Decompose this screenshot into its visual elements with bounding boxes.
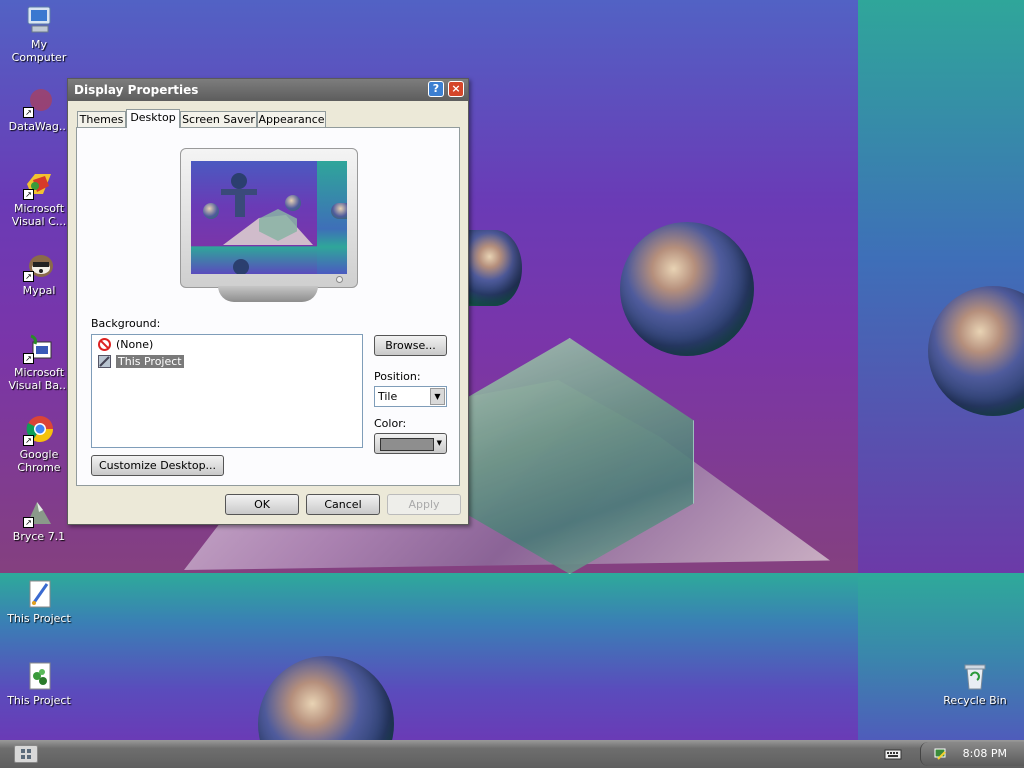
position-label: Position: — [374, 370, 421, 383]
position-select-value: Tile — [378, 390, 398, 403]
datawag-icon: ↗ — [23, 86, 55, 118]
close-icon: × — [451, 82, 461, 95]
shortcut-arrow-icon: ↗ — [23, 517, 34, 528]
wallpaper-sphere — [620, 222, 754, 356]
taskbar-clock[interactable]: 8:08 PM — [963, 742, 1007, 766]
customize-desktop-button[interactable]: Customize Desktop... — [91, 455, 224, 476]
paint-file-icon — [23, 578, 55, 610]
background-label: Background: — [91, 317, 161, 330]
desktop-icon-label: This Project — [7, 612, 71, 625]
shortcut-arrow-icon: ↗ — [23, 353, 34, 364]
ok-button[interactable]: OK — [225, 494, 299, 515]
dialog-title: Display Properties — [74, 83, 199, 97]
color-swatch — [380, 438, 434, 451]
background-item-label: (None) — [116, 338, 154, 351]
shortcut-arrow-icon: ↗ — [23, 107, 34, 118]
background-item-label: This Project — [116, 355, 184, 368]
shortcut-arrow-icon: ↗ — [23, 189, 34, 200]
color-picker-button[interactable]: ▼ — [374, 433, 447, 454]
desktop-tab-panel: Background: (None) This Project Browse..… — [76, 127, 460, 486]
position-select[interactable]: Tile ▼ — [374, 386, 447, 407]
background-item-none[interactable]: (None) — [96, 337, 153, 353]
desktop-icon-label: Bryce 7.1 — [12, 530, 66, 543]
desktop-icon-my-computer[interactable]: My Computer — [0, 4, 78, 64]
close-button[interactable]: × — [448, 81, 464, 97]
monitor-preview — [180, 148, 358, 306]
project-file-icon — [23, 660, 55, 692]
tab-themes[interactable]: Themes — [77, 111, 126, 127]
no-entry-icon — [98, 338, 111, 351]
monitor-bezel — [180, 148, 358, 288]
taskbar: 8:08 PM — [0, 740, 1024, 768]
browse-button[interactable]: Browse... — [374, 335, 447, 356]
dialog-titlebar[interactable]: Display Properties ? × — [68, 79, 468, 101]
help-icon: ? — [432, 82, 440, 95]
my-computer-icon — [23, 4, 55, 36]
start-button[interactable] — [14, 745, 38, 763]
apply-button[interactable]: Apply — [387, 494, 461, 515]
bryce-icon: ↗ — [23, 496, 55, 528]
background-listbox[interactable]: (None) This Project — [91, 334, 363, 448]
visual-basic-icon: ↗ — [23, 332, 55, 364]
mypal-icon: ↗ — [23, 250, 55, 282]
chevron-down-icon[interactable]: ▼ — [430, 388, 445, 405]
image-file-icon — [98, 355, 111, 368]
wallpaper-sphere — [468, 230, 522, 306]
desktop-icon-label: My Computer — [11, 38, 67, 64]
visual-c-icon: ↗ — [23, 168, 55, 200]
cancel-button[interactable]: Cancel — [306, 494, 380, 515]
shortcut-arrow-icon: ↗ — [23, 435, 34, 446]
tab-desktop[interactable]: Desktop — [126, 109, 180, 128]
background-item-this-project[interactable]: This Project — [96, 354, 184, 370]
desktop-icon-label: This Project — [7, 694, 71, 707]
tab-screen-saver[interactable]: Screen Saver — [180, 111, 257, 127]
desktop-icon-recycle-bin[interactable]: Recycle Bin — [936, 660, 1014, 707]
wallpaper-lower — [0, 573, 858, 740]
color-label: Color: — [374, 417, 407, 430]
start-grid-icon — [21, 749, 31, 759]
help-button[interactable]: ? — [428, 81, 444, 97]
recycle-bin-icon — [959, 660, 991, 692]
display-properties-dialog: Display Properties ? × Themes Desktop Sc… — [67, 78, 469, 525]
wallpaper-lower-right — [858, 573, 1024, 740]
desktop-icon-this-project-paint[interactable]: This Project — [0, 578, 78, 625]
preview-screen — [191, 161, 347, 274]
system-tray: 8:08 PM — [920, 742, 1024, 766]
monitor-power-led — [336, 276, 343, 283]
monitor-stand — [218, 286, 318, 302]
keyboard-icon[interactable] — [884, 747, 902, 761]
tab-appearance[interactable]: Appearance — [257, 111, 326, 127]
shortcut-arrow-icon: ↗ — [23, 271, 34, 282]
desktop-icon-this-project-file[interactable]: This Project — [0, 660, 78, 707]
desktop-icon-label: Recycle Bin — [943, 694, 1007, 707]
network-icon[interactable] — [933, 746, 949, 762]
chrome-icon: ↗ — [23, 414, 55, 446]
chevron-down-icon: ▼ — [436, 439, 442, 447]
